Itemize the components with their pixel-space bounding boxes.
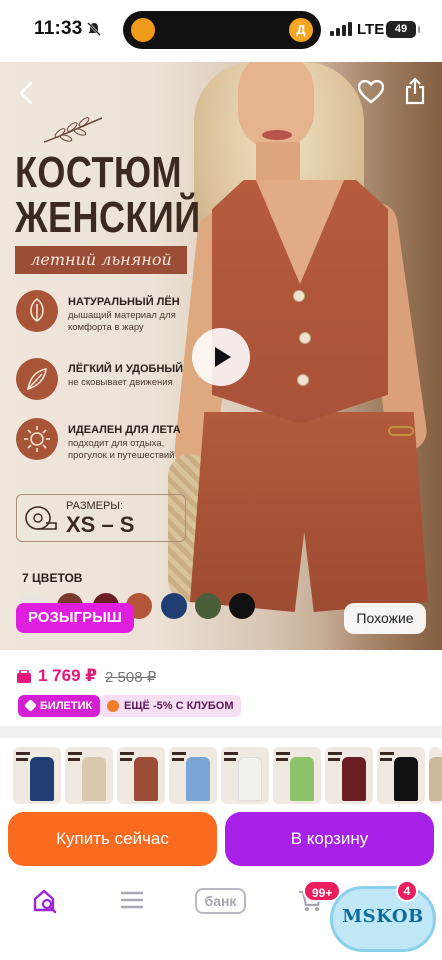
color-swatch[interactable] <box>161 593 187 619</box>
promo-title-line1: КОСТЮМ <box>15 148 183 197</box>
sun-icon <box>16 418 58 460</box>
feature-description: не сковывает движения <box>68 377 173 388</box>
color-swatch[interactable] <box>195 593 221 619</box>
vest-button <box>299 332 311 344</box>
add-to-cart-button[interactable]: В корзину <box>225 812 434 866</box>
signal-icon <box>330 22 352 36</box>
timer-icon <box>131 18 155 42</box>
heart-icon[interactable] <box>358 80 384 104</box>
promo-title-line2: ЖЕНСКИЙ <box>15 193 201 242</box>
bracelet <box>388 426 414 436</box>
old-price: 2 508 ₽ <box>105 669 157 686</box>
variant-thumbnails <box>13 747 442 807</box>
feather-icon <box>16 358 58 400</box>
branch-decoration-icon <box>43 117 103 143</box>
variant-thumbnail[interactable] <box>221 747 269 804</box>
raffle-badge[interactable]: РОЗЫГРЫШ <box>16 603 134 633</box>
similar-products-button[interactable]: Похожие <box>344 603 426 634</box>
promo-subtitle: летний льняной <box>15 246 187 274</box>
model-lips <box>262 130 292 140</box>
price-tag-icon <box>17 670 31 683</box>
home-search-icon[interactable] <box>32 888 58 914</box>
feature-title: НАТУРАЛЬНЫЙ ЛЁН <box>68 296 180 308</box>
variant-thumbnail[interactable] <box>169 747 217 804</box>
play-video-button[interactable] <box>192 328 250 386</box>
network-type: LTE <box>357 21 385 38</box>
bank-tab[interactable]: банк <box>195 888 246 914</box>
buy-now-button[interactable]: Купить сейчас <box>8 812 217 866</box>
current-price: 1 769 ₽ <box>38 666 98 685</box>
variant-thumbnail[interactable] <box>273 747 321 804</box>
vest-button <box>297 374 309 386</box>
share-icon[interactable] <box>404 77 426 105</box>
colors-count-label: 7 ЦВЕТОВ <box>22 571 83 585</box>
feature-description: дышащий материал для комфорта в жару <box>68 310 176 333</box>
variant-thumbnail[interactable] <box>325 747 373 804</box>
variant-thumbnail[interactable] <box>377 747 425 804</box>
variant-thumbnail[interactable] <box>65 747 113 804</box>
linen-shorts <box>190 412 428 612</box>
status-time: 11:33 <box>34 18 83 39</box>
sizes-label: РАЗМЕРЫ: <box>66 500 124 512</box>
leaf-icon <box>16 290 58 332</box>
variant-thumbnail[interactable] <box>117 747 165 804</box>
measuring-tape-icon <box>25 506 57 530</box>
back-arrow-icon[interactable] <box>18 80 34 106</box>
ticket-badge[interactable]: БИЛЕТИК <box>18 695 101 717</box>
vest-button <box>293 290 305 302</box>
catalog-menu-icon[interactable] <box>120 890 144 910</box>
section-divider <box>0 726 442 738</box>
feature-title: ЛЁГКИЙ И УДОБНЫЙ <box>68 363 184 375</box>
color-swatch[interactable] <box>229 593 255 619</box>
sizes-value: XS – S <box>66 512 135 537</box>
club-discount-badge[interactable]: ЕЩЁ -5% С КЛУБОМ <box>100 695 242 717</box>
profile-notification-badge: 4 <box>396 880 418 902</box>
watermark-logo: MSKOB <box>330 886 436 952</box>
status-bar: 11:33 Д LTE 49 <box>0 0 442 62</box>
app-indicator-icon: Д <box>289 18 313 42</box>
dynamic-island: Д <box>123 11 321 49</box>
variant-thumbnail[interactable] <box>13 747 61 804</box>
bell-muted-icon <box>87 22 101 36</box>
feature-description: подходит для отдыха, прогулок и путешест… <box>68 438 175 461</box>
feature-title: ИДЕАЛЕН ДЛЯ ЛЕТА <box>68 424 181 436</box>
variant-thumbnail[interactable] <box>429 747 442 804</box>
battery-indicator: 49 <box>386 21 420 38</box>
product-gallery[interactable]: КОСТЮМ ЖЕНСКИЙ летний льняной НАТУРАЛЬНЫ… <box>0 62 442 650</box>
